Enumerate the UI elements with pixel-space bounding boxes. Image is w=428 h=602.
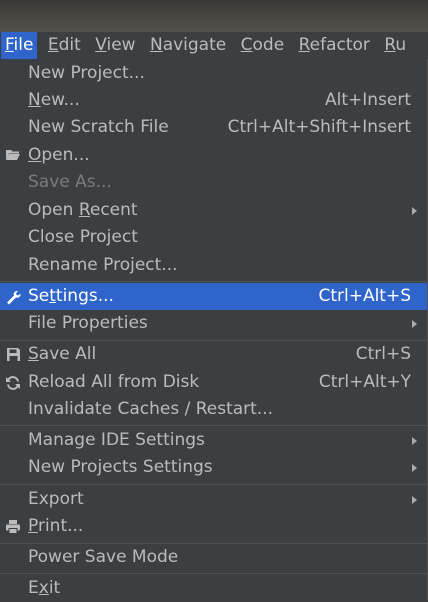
menu-item-label: Reload All from Disk (28, 372, 200, 392)
menu-refactor[interactable]: Refactor (295, 32, 374, 59)
refresh-icon (5, 375, 21, 391)
shortcut-text: Alt+Insert (324, 90, 411, 110)
menu-item-label: Open... (28, 142, 90, 169)
menu-item-label: Power Save Mode (28, 547, 179, 567)
mnemonic: N (28, 90, 41, 110)
menu-item-label: Manage IDE Settings (28, 430, 205, 450)
mnemonic: t (49, 286, 56, 306)
menu-item-save-all[interactable]: Save All Ctrl+S (0, 341, 427, 368)
wrench-icon (5, 289, 21, 305)
submenu-arrow-icon (412, 320, 417, 328)
shortcut-text: Ctrl+Alt+Shift+Insert (227, 117, 411, 137)
menu-bar: File Edit View Navigate Code Refactor Ru (0, 32, 428, 59)
menu-view-mnemonic: V (95, 35, 107, 55)
folder-open-icon (5, 148, 21, 164)
label-rest: pen... (41, 145, 90, 165)
menu-item-open[interactable]: Open... (0, 142, 427, 169)
menu-run-mnemonic: R (384, 35, 396, 55)
menu-code-mnemonic: C (240, 35, 253, 55)
menu-separator (0, 573, 427, 574)
shortcut-text: Ctrl+Alt+S (318, 286, 411, 306)
printer-icon (5, 519, 21, 535)
menu-edit-label: dit (58, 35, 81, 55)
mnemonic: O (28, 145, 42, 165)
menu-item-label: New Scratch File (28, 117, 169, 137)
mnemonic: x (38, 578, 49, 598)
menu-file-mnemonic: F (5, 35, 14, 55)
file-menu-dropdown: New Project... New... Alt+Insert New Scr… (0, 59, 428, 600)
label-rest: rint... (37, 516, 84, 536)
menu-item-new-scratch-file[interactable]: New Scratch File Ctrl+Alt+Shift+Insert (0, 114, 427, 141)
menu-item-label: Settings... (28, 283, 114, 310)
menu-separator (0, 484, 427, 485)
menu-refactor-mnemonic: R (298, 35, 310, 55)
menu-item-label: Rename Project... (28, 255, 178, 275)
label-rest: ave All (38, 344, 97, 364)
menu-navigate-mnemonic: N (149, 35, 163, 55)
menu-item-new-project[interactable]: New Project... (0, 60, 427, 87)
mnemonic: S (28, 344, 39, 364)
menu-item-reload-all[interactable]: Reload All from Disk Ctrl+Alt+Y (0, 369, 427, 396)
menu-run-label: u (395, 35, 407, 55)
menu-item-exit[interactable]: Exit (0, 575, 427, 602)
menu-run[interactable]: Ru (380, 32, 410, 59)
menu-navigate-label: avigate (162, 35, 227, 55)
menu-item-settings[interactable]: Settings... Ctrl+Alt+S (0, 283, 427, 310)
menu-item-label: File Properties (28, 313, 148, 333)
menu-view-label: iew (106, 35, 136, 55)
menu-item-open-recent[interactable]: Open Recent (0, 197, 427, 224)
label-pre: Open (28, 200, 79, 220)
menu-item-power-save-mode[interactable]: Power Save Mode (0, 544, 427, 571)
label-pre: Se (28, 286, 50, 306)
menu-item-label: Export (28, 489, 84, 509)
menu-item-file-properties[interactable]: File Properties (0, 310, 427, 337)
menu-item-rename-project[interactable]: Rename Project... (0, 252, 427, 279)
label-rest: ew... (40, 90, 80, 110)
menu-item-label: New Project... (28, 63, 145, 83)
menu-item-label: Close Project (28, 227, 138, 247)
menu-item-invalidate-caches[interactable]: Invalidate Caches / Restart... (0, 396, 427, 423)
window-title-bar (0, 0, 428, 32)
menu-item-new[interactable]: New... Alt+Insert (0, 87, 427, 114)
floppy-disk-icon (5, 347, 21, 363)
menu-item-label: Open Recent (28, 197, 138, 224)
menu-item-label: Print... (28, 513, 83, 540)
menu-code[interactable]: Code (237, 32, 289, 59)
menu-item-close-project[interactable]: Close Project (0, 224, 427, 251)
label-rest: tings... (55, 286, 114, 306)
submenu-arrow-icon (412, 496, 417, 504)
menu-item-label: Exit (28, 575, 60, 602)
menu-item-label: New... (28, 87, 80, 114)
menu-item-save-as: Save As... (0, 169, 427, 196)
menu-item-label: New Projects Settings (28, 457, 213, 477)
menu-code-label: ode (252, 35, 285, 55)
submenu-arrow-icon (412, 437, 417, 445)
label-rest: ecent (89, 200, 138, 220)
menu-file[interactable]: File (1, 32, 38, 59)
menu-item-label: Save As... (28, 172, 112, 192)
menu-refactor-label: efactor (309, 35, 370, 55)
label-rest: it (48, 578, 61, 598)
submenu-arrow-icon (412, 464, 417, 472)
menu-navigate[interactable]: Navigate (146, 32, 230, 59)
menu-item-new-projects-settings[interactable]: New Projects Settings (0, 454, 427, 481)
mnemonic: R (78, 200, 90, 220)
mnemonic: P (28, 516, 38, 536)
submenu-arrow-icon (412, 207, 417, 215)
menu-item-label: Save All (28, 341, 96, 368)
menu-separator (0, 425, 427, 426)
menu-edit-mnemonic: E (47, 35, 59, 55)
menu-view[interactable]: View (91, 32, 139, 59)
menu-item-label: Invalidate Caches / Restart... (28, 399, 274, 419)
menu-separator (0, 281, 427, 282)
shortcut-text: Ctrl+S (355, 344, 411, 364)
menu-item-manage-ide-settings[interactable]: Manage IDE Settings (0, 427, 427, 454)
menu-item-export[interactable]: Export (0, 486, 427, 513)
menu-item-print[interactable]: Print... (0, 513, 427, 540)
menu-edit[interactable]: Edit (44, 32, 85, 59)
label-pre: E (28, 578, 39, 598)
menu-file-label: ile (13, 35, 34, 55)
shortcut-text: Ctrl+Alt+Y (318, 372, 411, 392)
